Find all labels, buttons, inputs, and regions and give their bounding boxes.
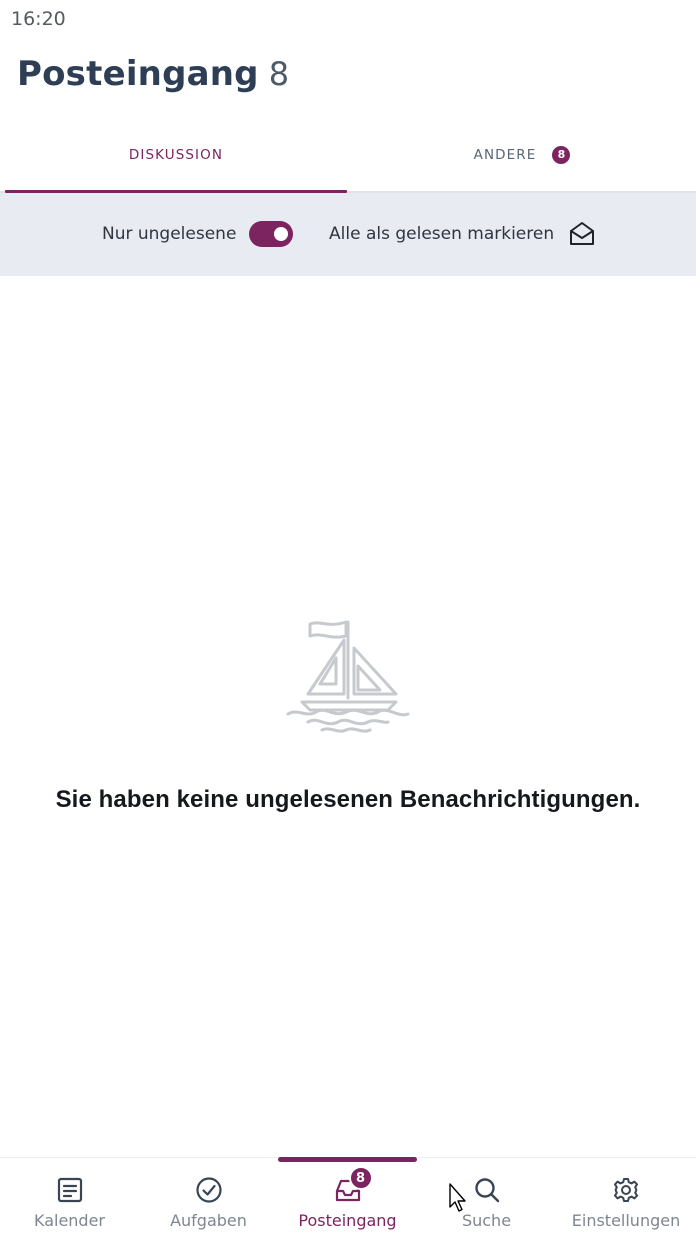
filter-bar: Nur ungelesene Alle als gelesen markiere…	[0, 193, 696, 276]
toggle-knob	[274, 227, 288, 241]
nav-item-tasks[interactable]: Aufgaben	[139, 1158, 278, 1236]
nav-label-settings: Einstellungen	[571, 1211, 681, 1230]
nav-item-inbox[interactable]: 8 Posteingang	[278, 1158, 417, 1236]
unread-only-toggle[interactable]	[249, 221, 293, 247]
empty-state-message: Sie haben keine ungelesenen Benachrichti…	[55, 786, 641, 813]
nav-label-calendar: Kalender	[33, 1211, 106, 1230]
nav-item-settings[interactable]: Einstellungen	[556, 1158, 696, 1236]
tab-other-badge: 8	[552, 145, 571, 164]
calendar-icon	[57, 1177, 82, 1203]
tab-discussion-label: DISKUSSION	[128, 146, 224, 163]
nav-label-inbox: Posteingang	[298, 1211, 397, 1230]
check-circle-icon	[195, 1177, 222, 1203]
envelope-open-icon[interactable]	[568, 220, 596, 248]
tab-bar: DISKUSSION ANDERE 8	[0, 118, 696, 193]
tab-other[interactable]: ANDERE 8	[348, 118, 696, 191]
mouse-cursor-icon	[449, 1183, 466, 1212]
page-title: Posteingang	[17, 54, 259, 94]
tab-discussion[interactable]: DISKUSSION	[5, 118, 347, 193]
tab-other-label: ANDERE	[473, 146, 537, 163]
nav-label-tasks: Aufgaben	[170, 1211, 247, 1230]
gear-icon	[614, 1178, 638, 1202]
unread-count: 8	[268, 55, 290, 93]
nav-item-calendar[interactable]: Kalender	[0, 1158, 139, 1236]
inbox-badge: 8	[348, 1166, 373, 1190]
nav-label-search: Suche	[461, 1211, 512, 1230]
sailboat-icon	[286, 620, 410, 733]
nav-item-search[interactable]: Suche	[417, 1158, 556, 1236]
mark-all-read-button[interactable]: Alle als gelesen markieren	[329, 224, 554, 244]
bottom-nav: Kalender Aufgaben 8 Posteingang Suche Ei…	[0, 1157, 696, 1236]
page-header: Posteingang 8	[17, 54, 289, 102]
status-bar: 16:20	[0, 0, 696, 36]
search-icon	[474, 1178, 499, 1203]
inbox-icon-wrapper: 8	[334, 1166, 373, 1204]
status-time: 16:20	[11, 8, 66, 30]
unread-only-label: Nur ungelesene	[102, 224, 237, 244]
